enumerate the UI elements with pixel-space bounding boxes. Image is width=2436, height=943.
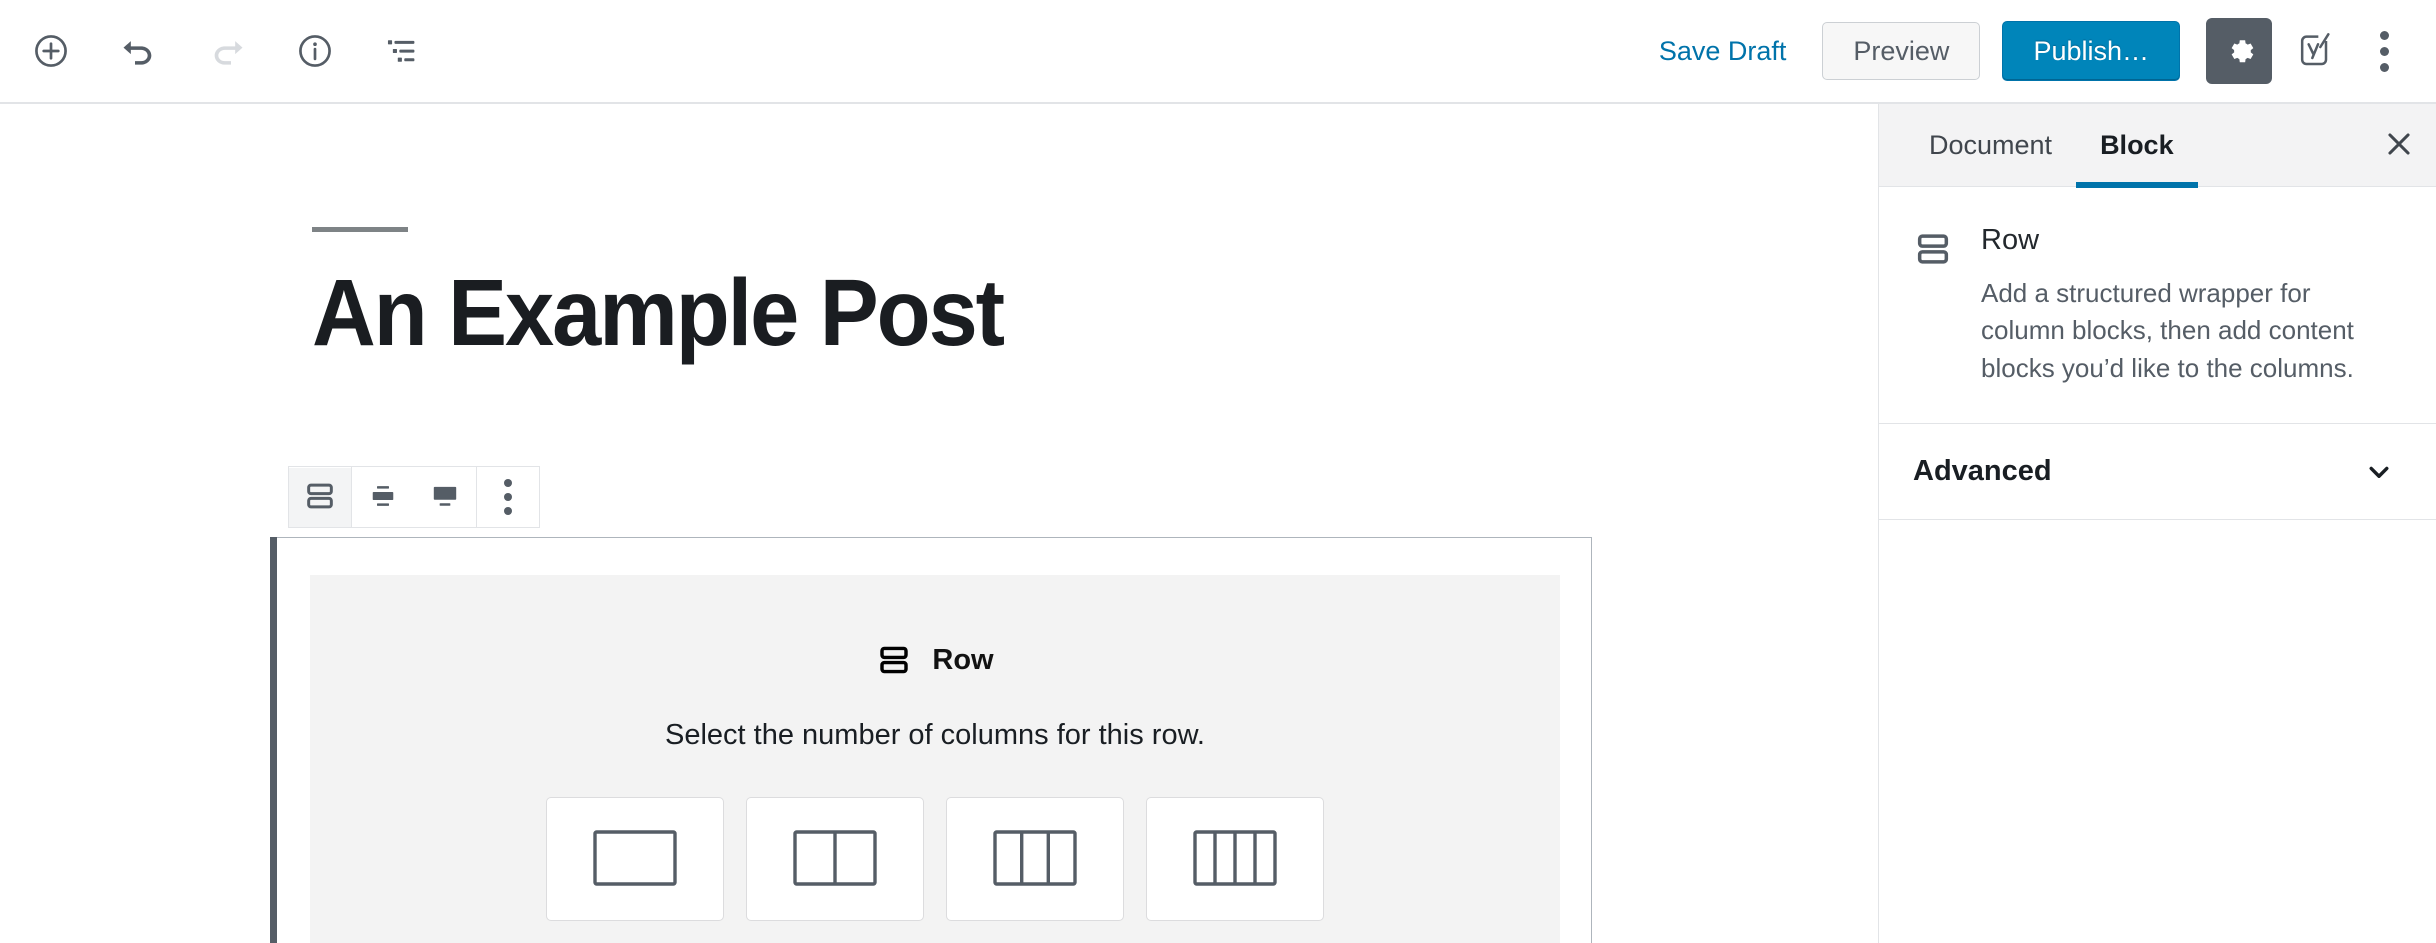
row-block-icon <box>876 642 912 678</box>
block-info-text: Row Add a structured wrapper for column … <box>1981 223 2396 387</box>
placeholder-title: Row <box>932 644 993 677</box>
block-selection-indicator <box>270 537 277 943</box>
editor-canvas[interactable]: An Example Post <box>0 104 1878 943</box>
variation-two-columns[interactable] <box>746 797 924 921</box>
chevron-down-icon <box>2362 455 2396 489</box>
sidebar-tab-bar: Document Block <box>1879 104 2436 187</box>
publish-button[interactable]: Publish… <box>2002 21 2180 81</box>
block-info-card: Row Add a structured wrapper for column … <box>1879 187 2436 424</box>
block-toolbar <box>288 466 540 528</box>
yoast-seo-button[interactable] <box>2284 18 2346 84</box>
preview-button[interactable]: Preview <box>1822 22 1980 80</box>
row-block-icon <box>303 479 337 516</box>
undo-icon <box>119 31 159 71</box>
row-block-icon <box>1913 223 1953 387</box>
header-actions: Save Draft Preview Publish… <box>1645 18 2412 84</box>
settings-sidebar: Document Block <box>1878 104 2436 943</box>
post-title[interactable]: An Example Post <box>312 264 1465 364</box>
yoast-seo-icon <box>2295 30 2335 73</box>
more-menu-button[interactable] <box>2356 18 2412 84</box>
placeholder-instructions: Select the number of columns for this ro… <box>665 719 1205 752</box>
close-sidebar-button[interactable] <box>2362 104 2436 186</box>
panel-advanced-label: Advanced <box>1913 455 2052 488</box>
block-options-group <box>477 467 539 527</box>
ellipsis-dot <box>504 507 512 515</box>
close-icon <box>2382 127 2416 164</box>
tab-document[interactable]: Document <box>1905 104 2076 186</box>
alignment-group <box>352 467 477 527</box>
ellipsis-vertical-icon <box>2380 31 2389 40</box>
plus-circle-icon <box>32 32 70 70</box>
variation-four-columns[interactable] <box>1146 797 1324 921</box>
align-full-icon <box>429 480 461 515</box>
four-columns-icon <box>1193 830 1277 889</box>
tab-block[interactable]: Block <box>2076 104 2198 186</box>
ellipsis-dot <box>2380 63 2389 72</box>
editor-header: Save Draft Preview Publish… <box>0 0 2436 104</box>
selected-block[interactable]: Row Select the number of columns for thi… <box>276 537 1592 943</box>
ellipsis-vertical-icon <box>504 479 512 487</box>
placeholder-label: Row <box>876 642 993 678</box>
block-type-group <box>289 467 352 527</box>
one-column-icon <box>593 830 677 889</box>
redo-button[interactable] <box>194 18 260 84</box>
variation-three-columns[interactable] <box>946 797 1124 921</box>
block-type-row-button[interactable] <box>289 468 351 527</box>
ellipsis-dot <box>504 493 512 501</box>
header-tools <box>18 18 436 84</box>
add-block-button[interactable] <box>18 18 84 84</box>
two-columns-icon <box>793 830 877 889</box>
column-variations <box>546 797 1324 921</box>
gear-icon <box>2222 33 2256 70</box>
panel-advanced[interactable]: Advanced <box>1879 424 2436 520</box>
list-view-icon <box>384 32 422 70</box>
save-draft-button[interactable]: Save Draft <box>1645 26 1801 77</box>
block-info-title: Row <box>1981 223 2396 258</box>
redo-icon <box>207 31 247 71</box>
align-center-button[interactable] <box>352 468 414 527</box>
gutenberg-editor: Save Draft Preview Publish… <box>0 0 2436 943</box>
undo-button[interactable] <box>106 18 172 84</box>
ellipsis-dot <box>2380 47 2389 56</box>
align-full-button[interactable] <box>414 468 476 527</box>
editor-body: An Example Post <box>0 104 2436 943</box>
block-navigation-button[interactable] <box>370 18 436 84</box>
three-columns-icon <box>993 830 1077 889</box>
block-options-button[interactable] <box>477 468 539 527</box>
content-structure-button[interactable] <box>282 18 348 84</box>
variation-one-column[interactable] <box>546 797 724 921</box>
row-block-placeholder: Row Select the number of columns for thi… <box>310 575 1560 943</box>
info-icon <box>296 32 334 70</box>
align-center-icon <box>367 480 399 515</box>
title-divider <box>312 227 408 232</box>
settings-toggle-button[interactable] <box>2206 18 2272 84</box>
post-content: An Example Post <box>312 104 1552 364</box>
block-info-description: Add a structured wrapper for column bloc… <box>1981 275 2396 387</box>
